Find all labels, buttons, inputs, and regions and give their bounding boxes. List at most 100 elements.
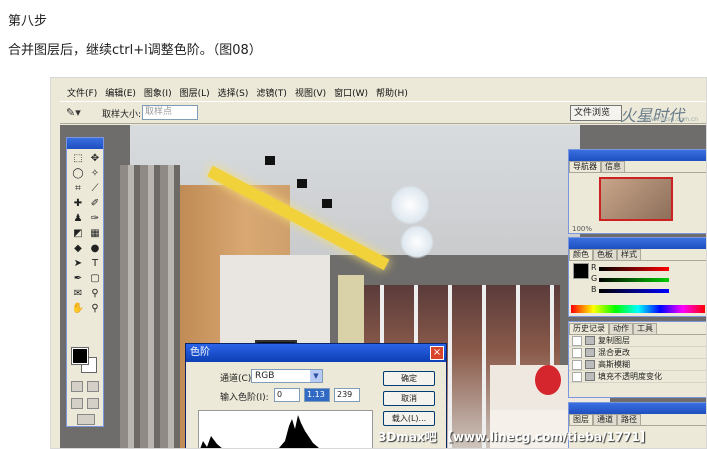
history-item[interactable]: 高斯模糊 — [569, 359, 706, 371]
slider-r[interactable]: R — [569, 263, 706, 274]
tab-color[interactable]: 颜色 — [569, 249, 593, 260]
forum-watermark: 3Dmax吧 【www.linecg.com/tieba/1771】 — [378, 430, 652, 444]
marquee-tool-icon[interactable]: ⬚ — [70, 152, 86, 166]
photoshop-screenshot: 文件(F) 编辑(E) 图象(I) 图层(L) 选择(S) 滤镜(T) 视图(V… — [50, 77, 707, 449]
hand-tool-icon[interactable]: ✋ — [70, 302, 86, 316]
history-brush-icon[interactable]: ✑ — [87, 212, 103, 226]
magic-wand-icon[interactable]: ✧ — [87, 167, 103, 181]
pendant-lamp — [390, 185, 430, 225]
history-checkbox[interactable] — [572, 359, 582, 370]
menu-edit[interactable]: 编辑(E) — [101, 86, 140, 99]
history-checkbox[interactable] — [572, 335, 582, 346]
eraser-tool-icon[interactable]: ◩ — [70, 227, 86, 241]
file-browser-button[interactable]: 文件浏览 — [570, 105, 622, 121]
pen-tool-icon[interactable]: ✒ — [70, 272, 86, 286]
levels-dialog-titlebar[interactable]: 色阶 × — [186, 344, 446, 362]
healing-brush-icon[interactable]: ✚ — [70, 197, 86, 211]
lasso-tool-icon[interactable]: ◯ — [70, 167, 86, 181]
tab-paths[interactable]: 路径 — [617, 414, 641, 425]
channel-select[interactable]: RGB ▼ — [251, 369, 323, 383]
menu-file[interactable]: 文件(F) — [63, 86, 101, 99]
chevron-down-icon[interactable]: ▼ — [310, 370, 322, 382]
levels-dialog-title: 色阶 — [190, 347, 210, 358]
navigator-panel: 导航器 信息 100% — [568, 149, 706, 234]
color-tabs: 颜色 色板 样式 — [569, 249, 706, 261]
history-item[interactable]: 填充不透明度变化 — [569, 371, 706, 383]
panel-titlebar — [569, 403, 706, 414]
stamp-tool-icon[interactable]: ♟ — [70, 212, 86, 226]
menu-layer[interactable]: 图层(L) — [176, 86, 214, 99]
slider-b-track[interactable] — [599, 289, 669, 293]
sample-size-select[interactable]: 取样点 — [142, 105, 198, 120]
notes-tool-icon[interactable]: ✉ — [70, 287, 86, 301]
standard-mode-icon[interactable] — [71, 381, 83, 392]
eyedropper-icon[interactable]: ✎▾ — [66, 106, 90, 120]
cancel-button[interactable]: 取消 — [383, 391, 435, 406]
step-title: 第八步 — [8, 14, 48, 29]
slider-g-track[interactable] — [599, 278, 669, 282]
crop-tool-icon[interactable]: ⌗ — [70, 182, 86, 196]
slider-b[interactable]: B — [569, 285, 706, 296]
tab-history[interactable]: 历史记录 — [569, 323, 609, 334]
history-checkbox[interactable] — [572, 371, 582, 382]
eyedropper-tool-icon[interactable]: ⚲ — [87, 287, 103, 301]
navigator-tabs: 导航器 信息 — [569, 161, 706, 173]
logo-url: www.hxsd.com.cn — [644, 116, 699, 123]
history-checkbox[interactable] — [572, 347, 582, 358]
slider-r-track[interactable] — [599, 267, 669, 271]
tab-info[interactable]: 信息 — [601, 161, 625, 172]
tab-tools[interactable]: 工具 — [633, 323, 657, 334]
menu-filter[interactable]: 滤镜(T) — [252, 86, 291, 99]
type-tool-icon[interactable]: T — [87, 257, 103, 271]
navigator-thumbnail[interactable] — [599, 177, 673, 221]
menu-view[interactable]: 视图(V) — [291, 86, 330, 99]
color-spectrum-bar[interactable] — [571, 305, 705, 313]
menu-image[interactable]: 图象(I) — [140, 86, 176, 99]
toolbox-panel: ⬚ ✥ ◯ ✧ ⌗ ⟋ ✚ ✐ ♟ ✑ ◩ ▦ ◆ ● ➤ T ✒ ▢ ✉ ⚲ — [66, 137, 104, 427]
tab-styles[interactable]: 样式 — [617, 249, 641, 260]
history-tabs: 历史记录 动作 工具 — [569, 322, 706, 335]
screen-mode-icon[interactable] — [71, 398, 83, 409]
menu-help[interactable]: 帮助(H) — [372, 86, 412, 99]
history-item-label: 复制图层 — [598, 336, 630, 345]
input-black-field[interactable]: 0 — [274, 388, 300, 402]
fullscreen-mode-icon[interactable] — [87, 398, 99, 409]
input-gamma-field[interactable]: 1.13 — [304, 388, 330, 402]
foreground-color-swatch[interactable] — [72, 348, 88, 364]
zoom-tool-icon[interactable]: ⚲ — [87, 302, 103, 316]
navigator-zoom[interactable]: 100% — [569, 225, 706, 233]
slice-tool-icon[interactable]: ⟋ — [87, 182, 103, 196]
tab-layers[interactable]: 图层 — [569, 414, 593, 425]
tab-swatches[interactable]: 色板 — [593, 249, 617, 260]
blur-tool-icon[interactable]: ◆ — [70, 242, 86, 256]
history-item[interactable]: 复制图层 — [569, 335, 706, 347]
jump-to-imageready-icon[interactable] — [77, 414, 95, 425]
move-tool-icon[interactable]: ✥ — [87, 152, 103, 166]
history-item-label: 高斯模糊 — [598, 360, 630, 369]
tab-channels[interactable]: 通道 — [593, 414, 617, 425]
pendant-lamp — [400, 225, 434, 259]
menu-select[interactable]: 选择(S) — [214, 86, 253, 99]
load-button[interactable]: 载入(L)... — [383, 411, 435, 426]
close-icon[interactable]: × — [430, 346, 444, 360]
input-levels-label: 输入色阶(I): — [220, 393, 269, 403]
dodge-tool-icon[interactable]: ● — [87, 242, 103, 256]
ok-button[interactable]: 确定 — [383, 371, 435, 386]
room-pillars — [120, 165, 180, 448]
channel-g-label: G — [591, 274, 598, 283]
history-item-label: 混合更改 — [598, 348, 630, 357]
input-white-field[interactable]: 239 — [334, 388, 360, 402]
brush-tool-icon[interactable]: ✐ — [87, 197, 103, 211]
menu-window[interactable]: 窗口(W) — [330, 86, 372, 99]
levels-histogram — [198, 410, 373, 448]
history-item[interactable]: 混合更改 — [569, 347, 706, 359]
quickmask-mode-icon[interactable] — [87, 381, 99, 392]
shape-tool-icon[interactable]: ▢ — [87, 272, 103, 286]
path-select-icon[interactable]: ➤ — [70, 257, 86, 271]
slider-g[interactable]: G — [569, 274, 706, 285]
tab-actions[interactable]: 动作 — [609, 323, 633, 334]
tab-navigator[interactable]: 导航器 — [569, 161, 601, 172]
layers-tabs: 图层 通道 路径 — [569, 414, 706, 426]
history-panel: 历史记录 动作 工具 复制图层 混合更改 高斯模糊 填充不透明度变化 — [568, 321, 706, 398]
gradient-tool-icon[interactable]: ▦ — [87, 227, 103, 241]
